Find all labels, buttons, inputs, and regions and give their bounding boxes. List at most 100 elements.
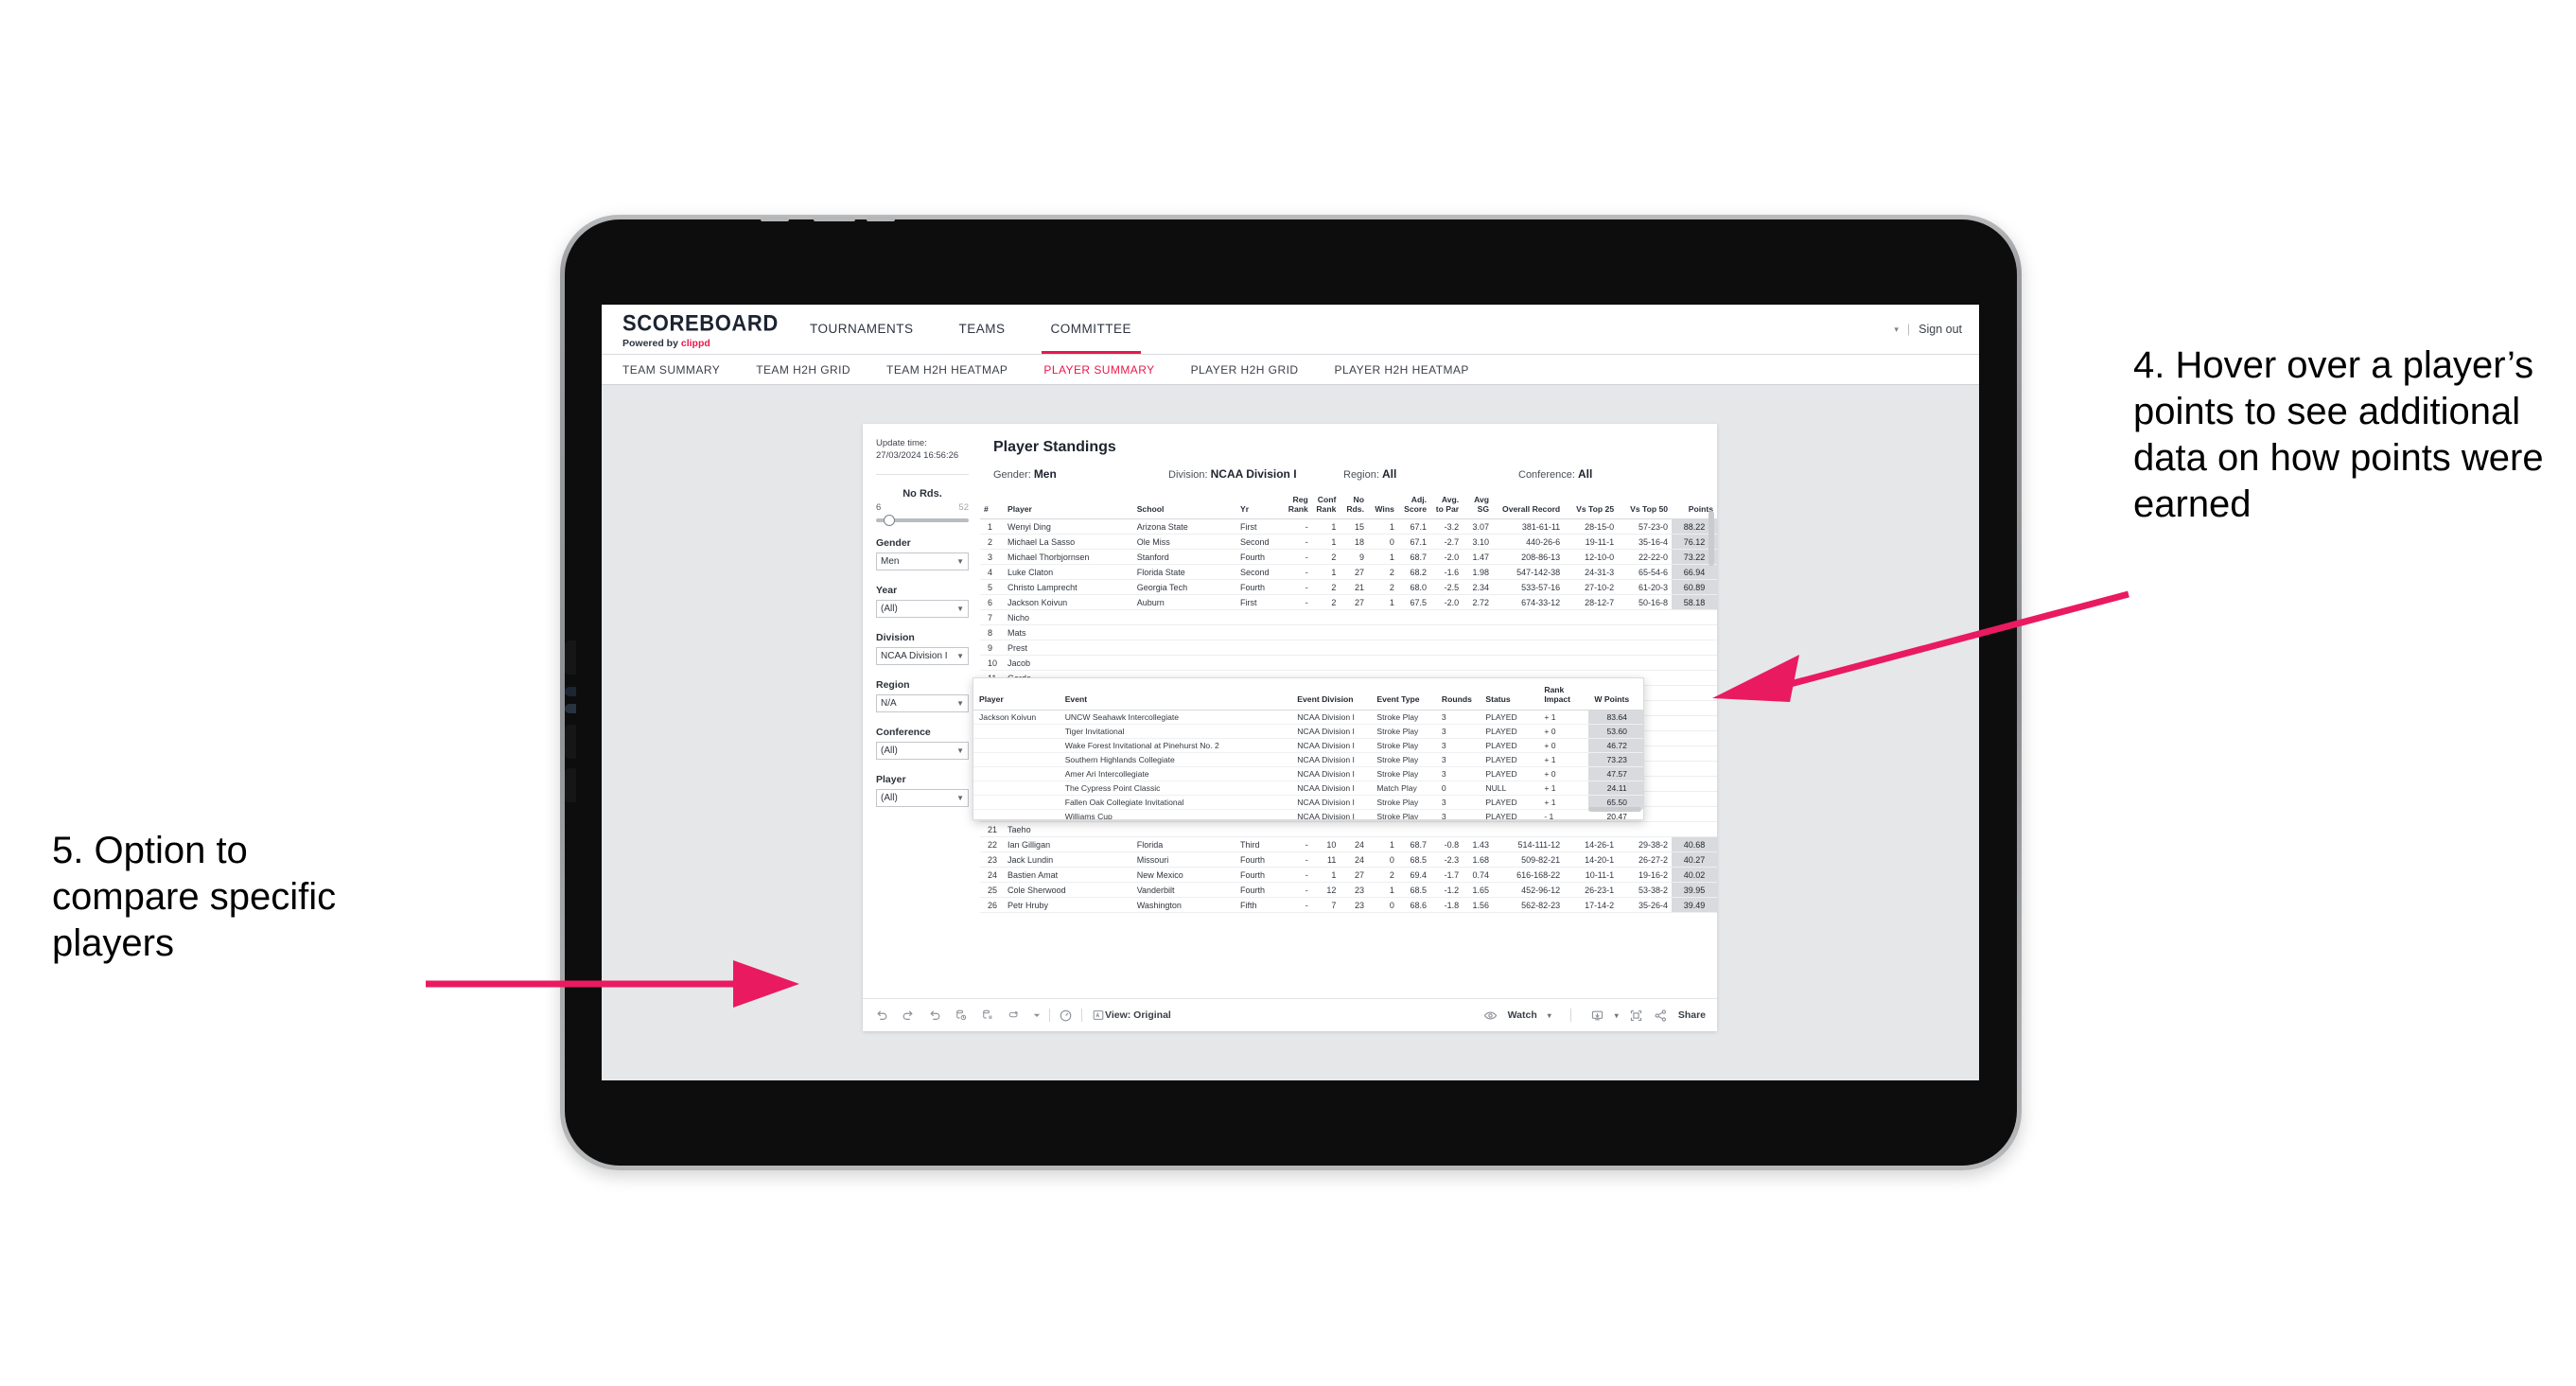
row-adj-score	[1397, 821, 1430, 837]
col-avg-to-par[interactable]: Avg. to Par	[1430, 492, 1463, 519]
row-conf-rank: 1	[1311, 867, 1341, 883]
slider-track[interactable]	[876, 515, 969, 526]
tab-player-h2h-heatmap[interactable]: PLAYER H2H HEATMAP	[1334, 363, 1487, 377]
table-row[interactable]: 1 Wenyi Ding Arizona State First -1 15 1 67.1 -3…	[980, 518, 1717, 535]
row-school: Arizona State	[1132, 518, 1237, 535]
row-school: Vanderbilt	[1132, 882, 1237, 898]
row-vs-top-25: 28-15-0	[1564, 518, 1619, 535]
undo-icon[interactable]	[874, 1009, 888, 1023]
tab-player-summary[interactable]: PLAYER SUMMARY	[1043, 363, 1173, 377]
view-label[interactable]: View: Original	[1105, 1009, 1171, 1021]
col-vs-top-25[interactable]: Vs Top 25	[1564, 492, 1619, 519]
dropdown-caret-icon[interactable]	[1033, 1009, 1041, 1023]
col-no-rds[interactable]: No Rds.	[1340, 492, 1368, 519]
chevron-down-icon[interactable]: ▾	[1894, 325, 1899, 335]
tab-team-h2h-heatmap[interactable]: TEAM H2H HEATMAP	[886, 363, 1026, 377]
row-wins	[1367, 624, 1398, 640]
filter-player-select[interactable]: (All) ▼	[876, 789, 969, 807]
table-row[interactable]: 24 Bastien Amat New Mexico Fourth -1 27 2 69.4-…	[980, 867, 1717, 883]
row-avg-sg: 1.68	[1463, 851, 1494, 868]
toolbar-divider-1	[1049, 1009, 1050, 1022]
filter-gender-select[interactable]: Men ▼	[876, 553, 969, 570]
col-adj-score[interactable]: Adj. Score	[1397, 492, 1430, 519]
refresh-data-icon[interactable]	[954, 1009, 968, 1023]
table-row[interactable]: 7 Nicho	[980, 609, 1717, 625]
table-row[interactable]: 21 Taeho	[980, 821, 1717, 837]
filter-division-select[interactable]: NCAA Division I ▼	[876, 647, 969, 665]
row-vs-top-50: 61-20-3	[1618, 579, 1673, 595]
table-row[interactable]: 2 Michael La Sasso Ole Miss Second -1 18 0 67.1…	[980, 534, 1717, 550]
col-player[interactable]: Player	[1004, 492, 1133, 519]
annotation-4: 4. Hover over a player’s points to see a…	[2133, 344, 2544, 525]
pause-updates-icon[interactable]	[980, 1009, 994, 1023]
filter-year-select[interactable]: (All) ▼	[876, 600, 969, 618]
sign-out-link[interactable]: Sign out	[1919, 323, 1962, 336]
row-yr: Fourth	[1236, 549, 1285, 565]
row-vs-top-25: 27-10-2	[1564, 579, 1619, 595]
chevron-down-icon: ▼	[956, 557, 964, 566]
col-yr[interactable]: Yr	[1236, 492, 1285, 519]
redo-icon[interactable]	[901, 1009, 915, 1023]
table-row[interactable]: 3 Michael Thorbjornsen Stanford Fourth -2 9 1 6…	[980, 549, 1717, 565]
no-rounds-min: 6	[876, 502, 882, 513]
share-icon[interactable]	[1654, 1009, 1668, 1023]
tab-team-h2h-grid[interactable]: TEAM H2H GRID	[756, 363, 869, 377]
revert-icon[interactable]	[927, 1009, 941, 1023]
brand-logo[interactable]: SCOREBOARD Powered by clippd	[622, 310, 778, 349]
download-icon[interactable]	[1590, 1009, 1604, 1023]
row-reg-rank: -	[1284, 564, 1312, 580]
table-row[interactable]: 4 Luke Claton Florida State Second -1 27 2 68.2…	[980, 564, 1717, 580]
eye-icon[interactable]	[1483, 1009, 1498, 1023]
tab-player-h2h-grid[interactable]: PLAYER H2H GRID	[1191, 363, 1318, 377]
filters-panel: Update time: 27/03/2024 16:56:26 No Rds.…	[863, 424, 980, 998]
table-row[interactable]: 26 Petr Hruby Washington Fifth -7 23 0 68.6 -1.8…	[980, 897, 1717, 913]
tt-rank-impact: + 0	[1538, 738, 1589, 753]
watch-caret-icon[interactable]: ▾	[1548, 1011, 1551, 1020]
alerts-icon[interactable]	[1059, 1009, 1073, 1023]
slider-handle[interactable]	[883, 515, 895, 526]
nav-item-committee[interactable]: COMMITTEE	[1028, 305, 1155, 354]
table-row[interactable]: 23 Jack Lundin Missouri Fourth -11 24 0 68.5 -2.…	[980, 851, 1717, 868]
no-rounds-slider[interactable]: No Rds. 6 52	[876, 488, 969, 526]
tooltip-body: Jackson Koivun UNCW Seahawk Intercollegia…	[973, 710, 1643, 819]
row-points	[1672, 640, 1717, 656]
col-overall-record[interactable]: Overall Record	[1493, 492, 1565, 519]
chevron-down-icon: ▼	[956, 794, 964, 802]
col-wins[interactable]: Wins	[1367, 492, 1398, 519]
row-reg-rank: -	[1284, 534, 1312, 550]
row-yr	[1236, 821, 1285, 837]
table-row[interactable]: 9 Prest	[980, 640, 1717, 656]
nav-item-teams[interactable]: TEAMS	[937, 305, 1028, 354]
table-row[interactable]: 6 Jackson Koivun Auburn First -2 27 1 67.5 -2.0 2…	[980, 594, 1717, 610]
tooltip-scrollbar[interactable]	[1588, 807, 1641, 812]
table-row[interactable]: 8 Mats	[980, 624, 1717, 640]
download-caret-icon[interactable]: ▾	[1615, 1011, 1619, 1020]
nav-item-tournaments[interactable]: TOURNAMENTS	[787, 305, 937, 354]
col-conf-rank[interactable]: Conf Rank	[1311, 492, 1341, 519]
table-row[interactable]: 25 Cole Sherwood Vanderbilt Fourth -12 23 1 68.…	[980, 882, 1717, 898]
col-school[interactable]: School	[1132, 492, 1237, 519]
table-row[interactable]: 22 Ian Gilligan Florida Third -10 24 1 68.7 -0.8…	[980, 836, 1717, 852]
col-avg-sg[interactable]: Avg SG	[1463, 492, 1494, 519]
filter-region-select[interactable]: N/A ▼	[876, 694, 969, 712]
col-index[interactable]: #	[980, 492, 1005, 519]
col-reg-rank[interactable]: Reg Rank	[1284, 492, 1312, 519]
row-avg-sg: 1.47	[1463, 549, 1494, 565]
meta-division: Division: NCAA Division I	[1168, 467, 1343, 481]
filter-conference-select[interactable]: (All) ▼	[876, 742, 969, 760]
table-row[interactable]: 5 Christo Lamprecht Georgia Tech Fourth -2 21…	[980, 579, 1717, 595]
row-yr: Fourth	[1236, 579, 1285, 595]
tab-team-summary[interactable]: TEAM SUMMARY	[622, 363, 739, 377]
share-label[interactable]: Share	[1678, 1009, 1706, 1021]
watch-label[interactable]: Watch	[1508, 1009, 1537, 1021]
col-vs-top-50[interactable]: Vs Top 50	[1618, 492, 1673, 519]
fullscreen-icon[interactable]	[1629, 1009, 1643, 1023]
row-school	[1132, 609, 1237, 625]
row-school: Washington	[1132, 897, 1237, 913]
table-row[interactable]: 10 Jacob	[980, 655, 1717, 671]
header-right-group: ▾ | Sign out	[1894, 305, 1962, 354]
presentation-mode-icon[interactable]	[1007, 1009, 1021, 1023]
view-icon[interactable]	[1091, 1009, 1105, 1023]
header-separator: |	[1906, 323, 1911, 336]
table-scrollbar[interactable]	[1709, 511, 1714, 566]
